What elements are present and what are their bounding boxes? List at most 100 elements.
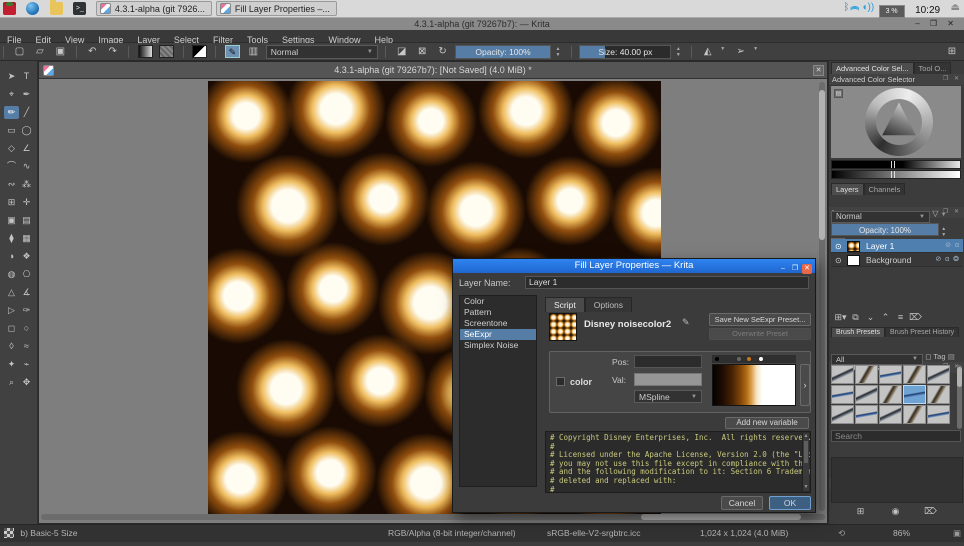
value-slider-1[interactable] (831, 160, 961, 169)
tool-icon[interactable]: △ (4, 286, 19, 299)
expand-variable-button[interactable]: › (800, 364, 810, 406)
brush-preset-tile[interactable] (879, 365, 902, 384)
tool-icon[interactable]: ✒ (19, 88, 34, 101)
pos-input[interactable] (634, 355, 702, 368)
overwrite-preset-button[interactable]: Overwrite Preset (709, 328, 811, 340)
brush-preset-tile[interactable] (831, 385, 854, 404)
reload-preset-icon[interactable]: ↻ (435, 43, 451, 60)
snapshot-action-button[interactable]: ⊞ (853, 506, 868, 517)
size-spinner[interactable]: ▲▼ (676, 46, 684, 58)
generator-list-item[interactable]: Screentone (460, 318, 536, 329)
tool-icon[interactable]: ▤ (19, 214, 34, 227)
colorspace-label[interactable]: RGB/Alpha (8-bit integer/channel) (388, 525, 516, 542)
mirror-h-options[interactable]: ▼ (720, 46, 728, 52)
tool-icon[interactable]: ∾ (4, 178, 19, 191)
save-icon[interactable]: ▣ (52, 43, 68, 60)
save-new-preset-button[interactable]: Save New SeExpr Preset... (709, 313, 811, 326)
layer-blending-combo[interactable]: Normal▼ (831, 211, 930, 223)
tool-icon[interactable]: ◍ (4, 268, 19, 281)
volume-icon[interactable]: ◖)) (861, 2, 874, 13)
tool-icon[interactable]: ∠ (19, 142, 34, 155)
tool-icon[interactable]: ▷ (4, 304, 19, 317)
gradient-chooser[interactable] (138, 45, 153, 58)
snapshot-action-button[interactable]: ◉ (888, 506, 903, 517)
snapshot-action-button[interactable]: ⌦ (923, 506, 938, 517)
brush-preset-tile[interactable] (903, 405, 926, 424)
open-document-icon[interactable]: ▱ (32, 43, 48, 60)
taskbar-window-button[interactable]: Fill Layer Properties –... (216, 1, 337, 16)
tool-icon[interactable]: ⊞ (4, 196, 19, 209)
interpolation-combo[interactable]: MSpline▼ (634, 390, 702, 403)
tool-icon[interactable]: ∿ (19, 160, 34, 173)
browser-icon[interactable] (26, 2, 39, 15)
dialog-close-icon[interactable]: ✕ (802, 264, 812, 274)
undo-icon[interactable]: ↶ (84, 43, 100, 60)
brush-preset-tile[interactable] (855, 405, 878, 424)
tool-icon[interactable]: ⌒ (4, 160, 19, 173)
variable-checkbox[interactable] (556, 377, 565, 386)
tool-icon[interactable]: ✦ (4, 358, 19, 371)
mirror-v-options[interactable]: ▼ (753, 46, 761, 52)
brush-filter-combo[interactable]: All▼ (831, 354, 923, 365)
size-slider[interactable]: Size: 40.00 px (579, 45, 671, 59)
brush-preset-tile[interactable] (903, 365, 926, 384)
tool-icon[interactable]: ⌁ (19, 358, 34, 371)
dialog-minimize-icon[interactable]: – (778, 264, 788, 274)
tool-icon[interactable]: ⧫ (4, 232, 19, 245)
dialog-tab[interactable]: Script (545, 297, 585, 312)
eject-icon[interactable]: ⏏ (951, 2, 960, 13)
mirror-vertical-icon[interactable]: ➢ (733, 43, 749, 60)
docker-tab[interactable]: Advanced Color Sel... (831, 62, 914, 74)
color-wheel[interactable] (865, 88, 933, 156)
memory-icon[interactable]: ⟲ (838, 525, 845, 542)
tool-icon[interactable]: ◯ (19, 124, 34, 137)
tool-icon[interactable]: ✛ (19, 196, 34, 209)
fg-bg-color-chooser[interactable] (192, 45, 207, 58)
gradient-preview[interactable] (712, 364, 796, 406)
pattern-chooser[interactable] (159, 45, 174, 58)
generator-list-item[interactable]: Pattern (460, 307, 536, 318)
bluetooth-icon[interactable]: ᛒ (844, 2, 850, 13)
brush-preset-tile[interactable] (855, 385, 878, 404)
tool-icon[interactable]: ▭ (4, 124, 19, 137)
dialog-tab[interactable]: Options (585, 297, 632, 312)
window-controls[interactable]: – ❐ ✕ (915, 18, 958, 30)
tool-icon[interactable]: ✑ (19, 304, 34, 317)
tool-icon[interactable]: ◇ (4, 142, 19, 155)
add-variable-button[interactable]: Add new variable (725, 417, 809, 429)
brush-grid-scrollbar[interactable] (957, 365, 962, 429)
tool-icon[interactable]: ∡ (19, 286, 34, 299)
brush-docker-tab[interactable]: Brush Presets (831, 327, 885, 337)
layer-opacity-slider[interactable]: Opacity: 100% (831, 223, 939, 236)
canvas-vscrollbar[interactable] (819, 82, 825, 511)
brush-preset-tile[interactable] (831, 405, 854, 424)
opacity-slider[interactable]: Opacity: 100% (455, 45, 551, 59)
layer-opacity-spinner[interactable]: ▲▼ (941, 226, 949, 238)
canvas-hscrollbar[interactable] (41, 514, 825, 520)
brush-preset-tile[interactable] (879, 385, 902, 404)
tool-icon[interactable]: ╱ (19, 106, 34, 119)
tool-icon[interactable]: ≈ (19, 340, 34, 353)
layer-row[interactable]: ⊙Layer 1⊘ α (831, 239, 963, 253)
brush-preset-tile[interactable] (927, 365, 950, 384)
brush-search-input[interactable]: Search (831, 430, 961, 442)
cpu-monitor[interactable]: 3 % (879, 5, 905, 18)
layer-filter-dropdown[interactable]: ▼ (941, 212, 947, 218)
docker-float-close-icons[interactable]: ❐ ✕ (943, 74, 961, 85)
layer-filter-icon[interactable]: ▽ (932, 209, 938, 218)
brush-view-icon[interactable]: ▤ (948, 352, 955, 361)
layer-action-button[interactable]: ⧉ (848, 312, 863, 323)
layer-action-button[interactable]: ⌃ (878, 312, 893, 323)
redo-icon[interactable]: ↷ (105, 43, 121, 60)
tool-icon[interactable]: ▦ (19, 232, 34, 245)
layer-action-button[interactable]: ⌦ (908, 312, 923, 323)
subwindow-close-icon[interactable]: ✕ (813, 65, 824, 76)
new-document-icon[interactable]: ▢ (11, 43, 27, 60)
tool-icon[interactable]: ✏ (4, 106, 19, 119)
brush-preset-tile[interactable] (927, 385, 950, 404)
terminal-icon[interactable]: >_ (73, 2, 86, 15)
mirror-horizontal-icon[interactable]: ◭ (700, 43, 716, 60)
tool-icon[interactable]: ✥ (19, 376, 34, 389)
taskbar-window-button[interactable]: 4.3.1-alpha (git 7926... (96, 1, 212, 16)
brush-preset-tile[interactable] (879, 405, 902, 424)
